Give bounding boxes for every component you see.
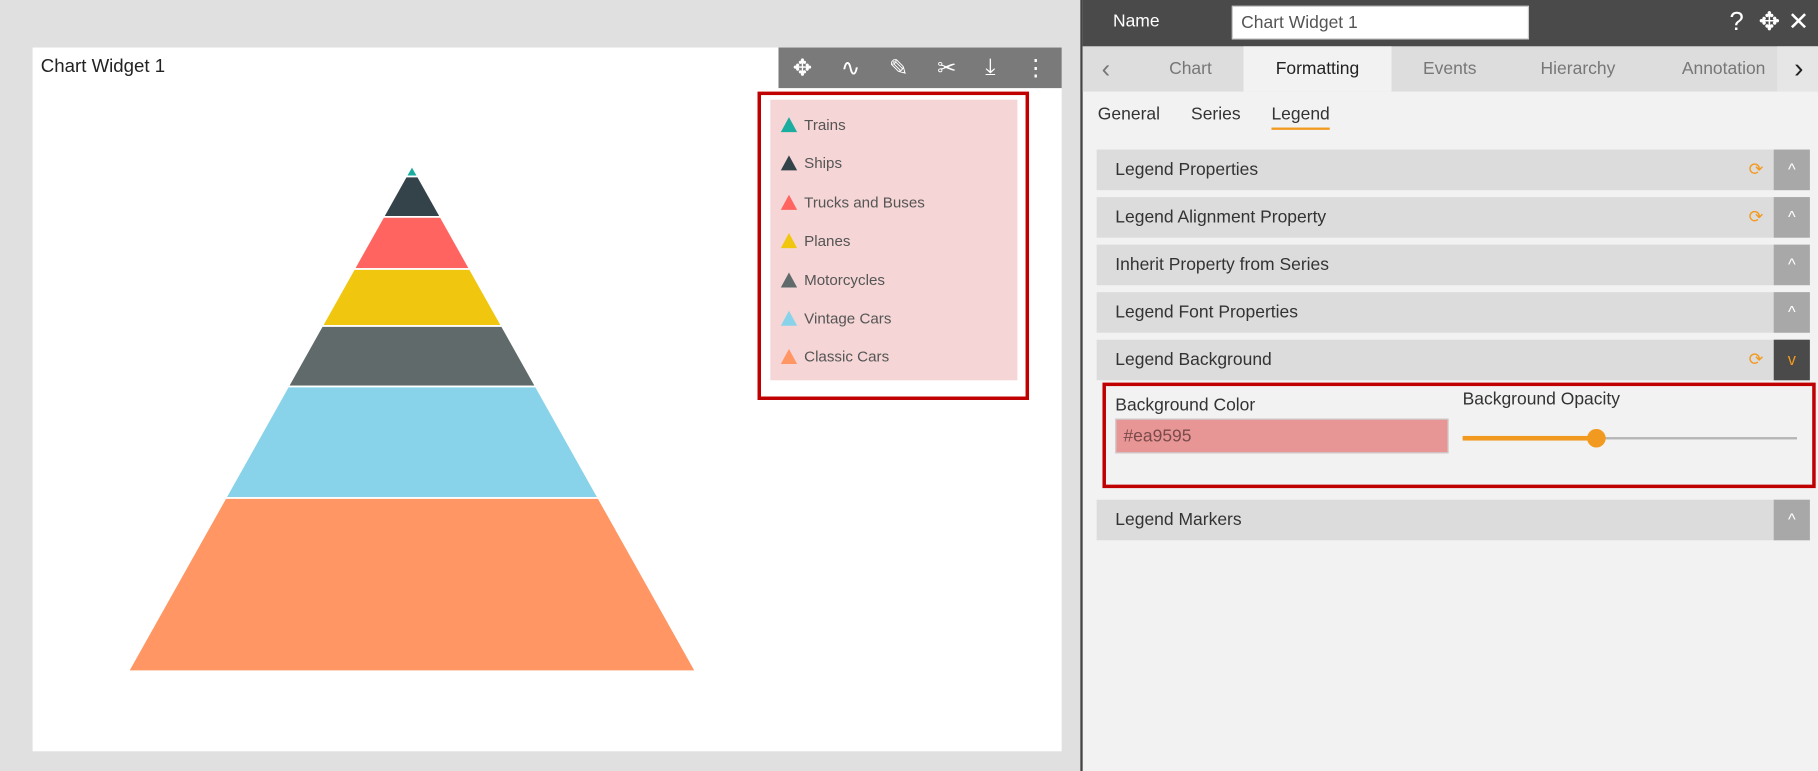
background-color-label: Background Color: [1115, 395, 1256, 416]
pyramid-segment-trucks-and-buses[interactable]: [352, 215, 472, 270]
legend-item[interactable]: Motorcycles: [780, 270, 885, 289]
panel-header: Name ? ✥ ✕: [1082, 0, 1818, 47]
close-icon[interactable]: ✕: [1788, 7, 1809, 37]
pyramid-segment-motorcycles[interactable]: [286, 325, 538, 388]
name-label: Name: [1112, 11, 1160, 32]
background-color-input[interactable]: [1115, 418, 1449, 454]
properties-panel: Name ? ✥ ✕ ‹ Chart Formatting Events Hie…: [1080, 0, 1818, 771]
section-label: Legend Font Properties: [1115, 302, 1299, 323]
reset-icon[interactable]: ⟳: [1749, 349, 1764, 370]
subtab-general[interactable]: General: [1098, 104, 1160, 124]
legend-label: Classic Cars: [804, 348, 890, 366]
pyramid-segment-ships[interactable]: [381, 175, 443, 218]
triangle-marker-icon: [780, 271, 798, 288]
background-opacity-slider[interactable]: [1462, 427, 1798, 450]
triangle-marker-icon: [780, 194, 798, 210]
tab-bar: ‹ Chart Formatting Events Hierarchy Anno…: [1082, 46, 1818, 92]
legend-item[interactable]: Classic Cars: [780, 348, 890, 366]
pyramid-segment-classic-cars[interactable]: [126, 497, 698, 673]
section-label: Inherit Property from Series: [1115, 255, 1330, 275]
legend-item[interactable]: Vintage Cars: [780, 309, 892, 327]
canvas-area: Chart Widget 1 ✥ ∿ ✎ ✂ ⤓ ⋮ Trains Ships Tr…: [0, 0, 1081, 771]
section-label: Legend Properties: [1115, 159, 1259, 180]
section-label: Legend Background: [1115, 350, 1272, 370]
slider-handle: [1587, 428, 1606, 448]
tab-formatting[interactable]: Formatting: [1243, 46, 1392, 92]
legend-label: Planes: [804, 232, 851, 250]
legend-item[interactable]: Trains: [780, 115, 846, 134]
section-inherit-property[interactable]: Inherit Property from Series ^: [1096, 244, 1810, 286]
chevron-up-icon[interactable]: ^: [1773, 499, 1810, 541]
tab-events[interactable]: Events: [1397, 46, 1502, 91]
pyramid-segment-vintage-cars[interactable]: [223, 385, 600, 499]
legend-label: Vintage Cars: [804, 309, 892, 327]
triangle-marker-icon: [780, 310, 798, 326]
section-label: Legend Alignment Property: [1115, 207, 1327, 228]
chart-widget[interactable]: Chart Widget 1 ✥ ∿ ✎ ✂ ⤓ ⋮ Trains Ships Tr…: [32, 47, 1062, 752]
tools-icon[interactable]: ✂: [937, 53, 957, 82]
background-opacity-label: Background Opacity: [1462, 389, 1620, 410]
section-legend-alignment[interactable]: Legend Alignment Property ⟳ ^: [1096, 197, 1810, 238]
pyramid-segment-planes[interactable]: [320, 268, 504, 327]
legend-label: Trucks and Buses: [804, 193, 925, 211]
triangle-marker-icon: [780, 349, 798, 365]
move-icon[interactable]: ✥: [1759, 7, 1780, 37]
tab-next-arrow[interactable]: ›: [1777, 46, 1818, 92]
tab-prev-arrow[interactable]: ‹: [1083, 46, 1130, 91]
section-legend-background[interactable]: Legend Background ⟳ v: [1096, 339, 1810, 381]
tab-chart[interactable]: Chart: [1141, 46, 1240, 91]
chevron-up-icon[interactable]: ^: [1773, 149, 1810, 191]
section-legend-properties[interactable]: Legend Properties ⟳ ^: [1096, 149, 1810, 191]
reset-icon[interactable]: ⟳: [1749, 206, 1764, 228]
triangle-marker-icon: [780, 117, 798, 133]
tab-hierarchy[interactable]: Hierarchy: [1520, 46, 1637, 91]
legend-item[interactable]: Trucks and Buses: [780, 193, 925, 211]
draw-icon[interactable]: ∿: [841, 53, 861, 82]
subtab-series[interactable]: Series: [1191, 104, 1241, 124]
chevron-down-icon[interactable]: v: [1773, 339, 1810, 381]
legend-background-content: Background Color Background Opacity: [1102, 382, 1816, 489]
section-legend-font[interactable]: Legend Font Properties ^: [1096, 292, 1810, 333]
reset-icon[interactable]: ⟳: [1749, 159, 1764, 180]
triangle-marker-icon: [780, 233, 798, 249]
legend-item[interactable]: Ships: [780, 154, 843, 173]
chevron-up-icon[interactable]: ^: [1773, 244, 1810, 286]
legend-label: Trains: [804, 115, 846, 134]
help-icon[interactable]: ?: [1729, 7, 1743, 37]
pyramid-segment-trains[interactable]: [404, 164, 420, 178]
section-label: Legend Markers: [1115, 510, 1242, 530]
download-icon[interactable]: ⤓: [985, 54, 995, 81]
legend-label: Ships: [804, 154, 843, 173]
widget-toolbar: ✥ ∿ ✎ ✂ ⤓ ⋮: [778, 47, 1062, 89]
legend: Trains Ships Trucks and Buses Planes Motorcy…: [770, 99, 1018, 381]
section-legend-markers[interactable]: Legend Markers ^: [1096, 499, 1810, 541]
subtab-legend[interactable]: Legend: [1271, 104, 1330, 130]
chevron-up-icon[interactable]: ^: [1773, 197, 1810, 238]
move-icon[interactable]: ✥: [793, 53, 813, 82]
more-icon[interactable]: ⋮: [1024, 53, 1047, 82]
name-input[interactable]: [1231, 5, 1530, 40]
tab-annotation[interactable]: Annotation: [1665, 46, 1782, 91]
chevron-up-icon[interactable]: ^: [1773, 292, 1810, 333]
legend-label: Motorcycles: [804, 270, 885, 289]
edit-icon[interactable]: ✎: [889, 53, 909, 82]
legend-item[interactable]: Planes: [780, 232, 851, 250]
triangle-marker-icon: [780, 155, 798, 171]
